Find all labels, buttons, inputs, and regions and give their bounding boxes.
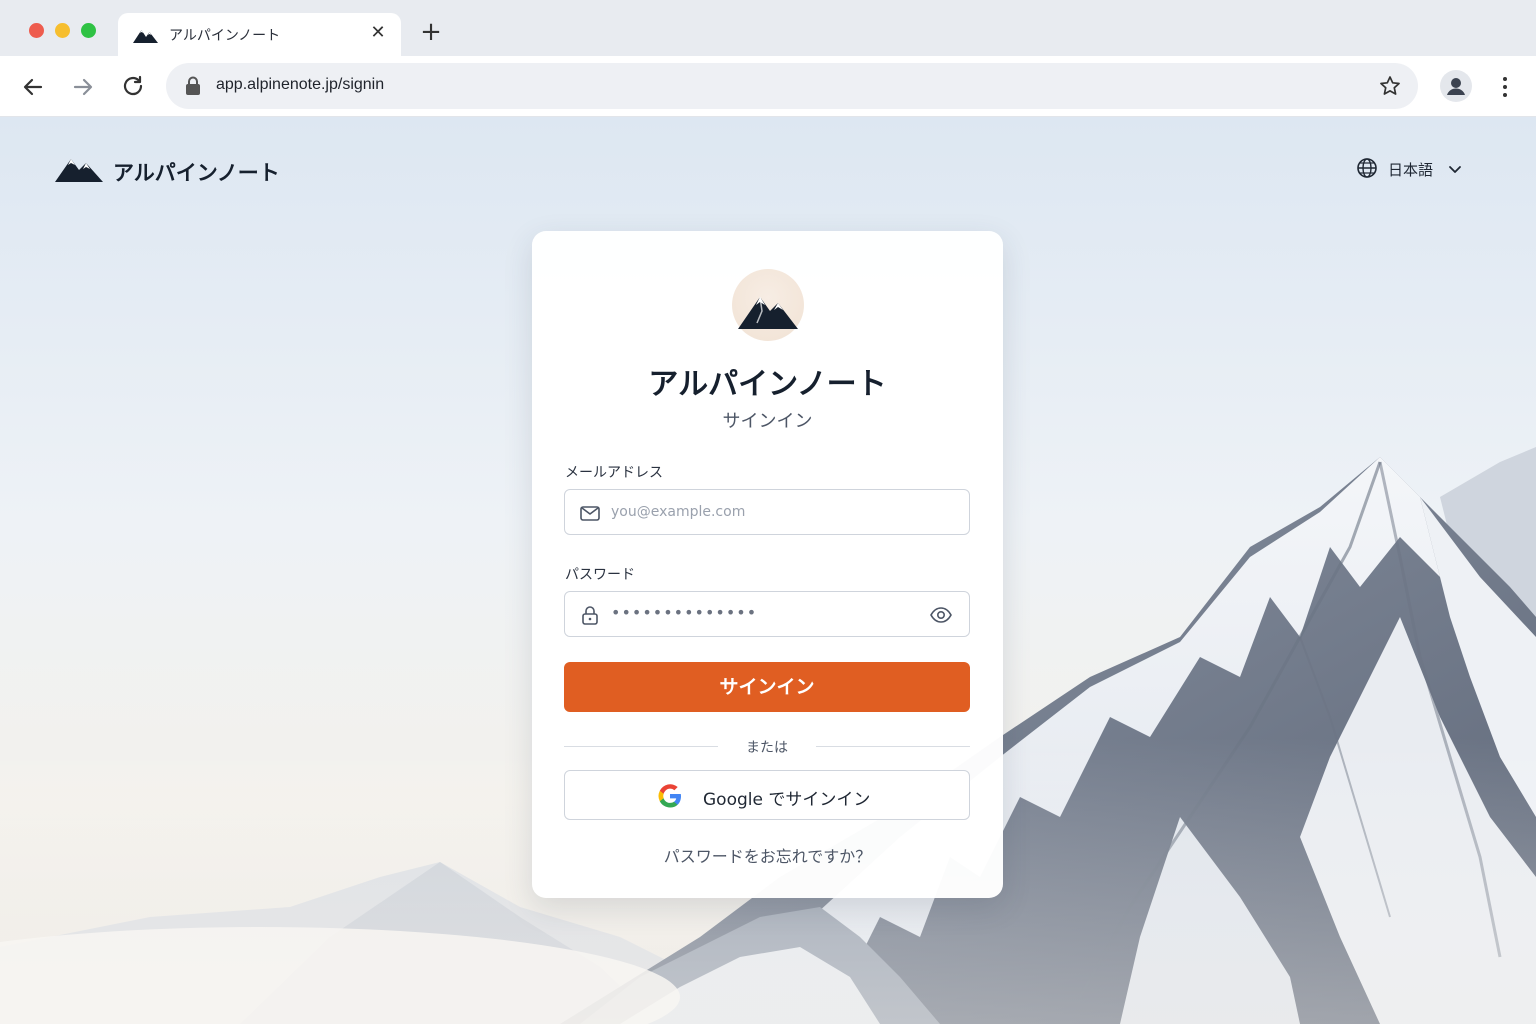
reload-icon	[123, 75, 143, 96]
arrow-left-icon	[23, 78, 43, 96]
more-vert-icon[interactable]	[1494, 72, 1516, 102]
close-window-button[interactable]	[29, 23, 44, 38]
person-icon	[1447, 78, 1465, 95]
app-logo	[732, 269, 804, 341]
password-field[interactable]: ••••••••••••••	[564, 591, 970, 637]
mountain-icon	[738, 296, 798, 329]
password-value: ••••••••••••••	[611, 603, 758, 622]
signin-button[interactable]: サインイン	[564, 662, 970, 712]
reload-button[interactable]	[118, 72, 148, 102]
card-title: アルパインノート	[648, 367, 887, 402]
signin-card: アルパインノート サインイン メールアドレス you@example.com パ…	[532, 231, 1003, 898]
divider-text: または	[746, 740, 788, 756]
forgot-password-link[interactable]: パスワードをお忘れですか？	[532, 843, 1003, 867]
bookmark-star-icon[interactable]	[1378, 74, 1402, 98]
language-label: 日本語	[1388, 161, 1434, 179]
google-signin-button[interactable]: Google でサインイン	[564, 770, 970, 820]
browser-tab[interactable]: アルパインノート ✕	[118, 13, 401, 56]
email-field[interactable]: you@example.com	[564, 489, 970, 535]
forward-button[interactable]	[68, 72, 98, 102]
mountain-icon	[133, 30, 158, 43]
maximize-window-button[interactable]	[81, 23, 96, 38]
browser-toolbar: app.alpinenote.jp/signin	[0, 56, 1536, 117]
new-tab-button[interactable]: +	[418, 18, 444, 46]
back-button[interactable]	[18, 72, 48, 102]
browser-tab-bar: アルパインノート ✕ +	[0, 0, 1536, 56]
tab-title: アルパインノート	[169, 28, 281, 44]
signin-page: アルパインノート 日本語 アルパインノート サインイン メールアドレス you@…	[0, 117, 1536, 1024]
arrow-right-icon	[73, 78, 93, 96]
or-divider: または	[564, 736, 970, 756]
lock-icon	[582, 606, 598, 625]
card-subtitle: サインイン	[722, 411, 813, 432]
lock-icon	[186, 76, 200, 95]
mail-icon	[580, 506, 600, 521]
profile-avatar[interactable]	[1440, 70, 1472, 102]
show-password-eye-icon[interactable]	[929, 604, 953, 626]
globe-icon	[1357, 158, 1377, 178]
email-label: メールアドレス	[565, 465, 663, 481]
divider-line-right	[816, 746, 970, 747]
google-signin-label: Google でサインイン	[703, 790, 871, 810]
google-logo-icon	[658, 784, 681, 808]
brand-name: アルパインノート	[113, 161, 280, 185]
minimize-window-button[interactable]	[55, 23, 70, 38]
email-placeholder: you@example.com	[611, 504, 746, 520]
close-tab-icon[interactable]: ✕	[367, 22, 389, 44]
mountain-logo-icon	[55, 159, 103, 182]
password-label: パスワード	[565, 567, 635, 583]
url-text: app.alpinenote.jp/signin	[216, 76, 385, 93]
chevron-down-icon	[1449, 166, 1461, 173]
address-bar[interactable]: app.alpinenote.jp/signin	[166, 63, 1418, 109]
